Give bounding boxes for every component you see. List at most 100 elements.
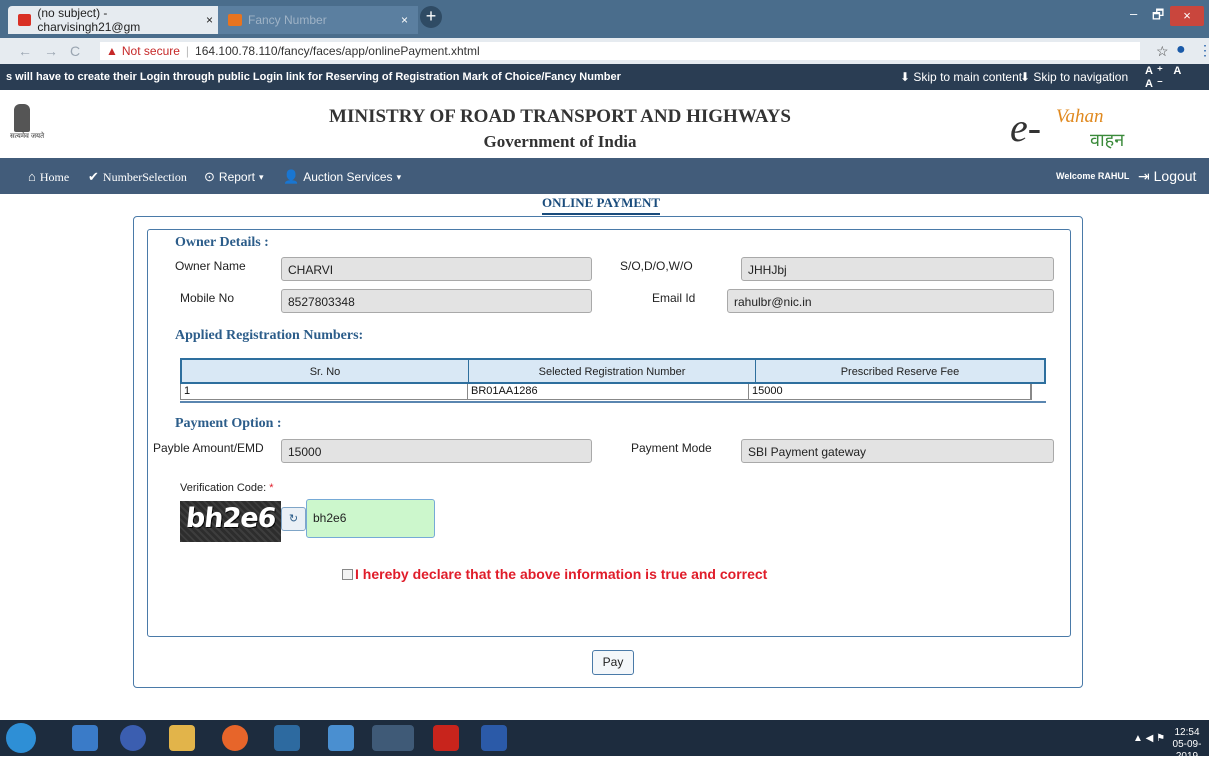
table-row: 1 BR01AA1286 15000 <box>180 384 1032 400</box>
nav-number-selection[interactable]: ✔ NumberSelection <box>88 169 187 185</box>
word-icon[interactable] <box>481 725 507 751</box>
new-tab-button[interactable]: + <box>420 6 442 28</box>
government-subtitle: Government of India <box>483 132 637 151</box>
declaration-text: I hereby declare that the above informat… <box>355 566 768 582</box>
table-cell: BR01AA1286 <box>468 384 749 399</box>
mobile-field: 8527803348 <box>281 289 592 313</box>
tab-label: Fancy Number <box>248 13 327 27</box>
skip-nav-link[interactable]: ⬇ Skip to navigation <box>1020 70 1128 84</box>
payment-option-heading: Payment Option : <box>175 416 282 431</box>
gmail-icon <box>18 14 32 26</box>
minimize-button[interactable]: – <box>1130 6 1137 26</box>
chevron-down-icon: ▾ <box>258 171 264 182</box>
logout-link[interactable]: ⇥ Logout <box>1138 168 1196 185</box>
site-favicon-icon <box>228 14 242 26</box>
skip-main-link[interactable]: ⬇ Skip to main content <box>900 70 1022 84</box>
amount-label: Payble Amount/EMD <box>153 441 264 455</box>
forward-icon[interactable]: → <box>44 43 58 59</box>
email-field: rahulbr@nic.in <box>727 289 1054 313</box>
email-label: Email Id <box>652 291 696 305</box>
font-size-controls[interactable]: A⁺ A A⁻ <box>1145 64 1209 90</box>
reload-icon[interactable]: C <box>70 43 80 59</box>
vahan-logo-hindi: वाहन <box>1090 130 1125 150</box>
column-header: Sr. No <box>182 360 469 382</box>
maximize-button[interactable]: 🗗 <box>1152 6 1164 26</box>
column-header: Selected Registration Number <box>469 360 756 382</box>
browser-tabstrip: (no subject) - charvisingh21@gm × Fancy … <box>0 0 1209 38</box>
address-bar: ← → C ▲ Not secure | 164.100.78.110/fanc… <box>0 38 1209 64</box>
close-tab-icon[interactable]: × <box>206 13 213 27</box>
relation-label: S/O,D/O,W/O <box>620 259 693 273</box>
mobile-label: Mobile No <box>180 291 235 305</box>
refresh-captcha-button[interactable]: ↻ <box>281 507 306 531</box>
system-tray-icons[interactable]: ▲ ◀ ⚑ <box>1133 733 1165 744</box>
clock[interactable]: 12:54 05-09-2019 <box>1165 727 1209 763</box>
url-text: 164.100.78.110/fancy/faces/app/onlinePay… <box>195 44 480 58</box>
close-tab-icon[interactable]: × <box>401 13 408 27</box>
owner-name-label: Owner Name <box>175 259 246 273</box>
clock-time: 12:54 <box>1174 727 1200 738</box>
skip-main-label: Skip to main content <box>913 70 1023 84</box>
tab-gmail[interactable]: (no subject) - charvisingh21@gm × <box>8 6 223 34</box>
column-header: Prescribed Reserve Fee <box>840 366 960 378</box>
acrobat-icon[interactable] <box>433 725 459 751</box>
site-header: सत्यमेव जयते MINISTRY OF ROAD TRANSPORT … <box>0 90 1209 158</box>
tab-label: (no subject) - charvisingh21@gm <box>37 6 141 34</box>
nav-number-selection-label: NumberSelection <box>102 169 187 184</box>
captcha-input[interactable]: bh2e6 <box>306 499 435 538</box>
back-icon[interactable]: ← <box>18 43 32 59</box>
captcha-label: Verification Code: * <box>180 482 274 494</box>
edge-icon[interactable] <box>72 725 98 751</box>
menu-icon[interactable]: ⋮ <box>1198 42 1209 59</box>
file-explorer-icon[interactable] <box>169 725 195 751</box>
vahan-logo: e- Vahan वाहन <box>1010 100 1130 150</box>
declaration-row[interactable]: I hereby declare that the above informat… <box>342 566 767 582</box>
relation-field: JHHJbj <box>741 257 1054 281</box>
nav-home[interactable]: ⌂ Home <box>28 169 69 185</box>
main-nav: ⌂ Home ✔ NumberSelection ⊙ Report ▾ 👤 Au… <box>0 158 1209 194</box>
report-icon: ⊙ <box>204 169 215 184</box>
table-scrollbar <box>180 400 1046 403</box>
firefox-icon[interactable] <box>222 725 248 751</box>
logout-label: Logout <box>1153 168 1197 184</box>
accessibility-bar: s will have to create their Login throug… <box>0 64 1209 90</box>
bookmark-star-icon[interactable]: ☆ <box>1156 43 1169 60</box>
ie-icon[interactable] <box>120 725 146 751</box>
close-window-button[interactable]: × <box>1170 6 1204 26</box>
start-button-icon[interactable] <box>6 723 36 753</box>
windows-taskbar: ▲ ◀ ⚑ 12:54 05-09-2019 <box>0 720 1209 762</box>
amount-field: 15000 <box>281 439 592 463</box>
applied-numbers-heading: Applied Registration Numbers: <box>175 328 364 343</box>
owner-name-field: CHARVI <box>281 257 592 281</box>
check-icon: ✔ <box>88 169 99 184</box>
chrome-icon[interactable] <box>372 725 414 751</box>
welcome-user: Welcome RAHUL <box>1056 171 1130 181</box>
url-separator: | <box>185 44 190 58</box>
page-title: ONLINE PAYMENT <box>542 195 661 215</box>
owner-details-heading: Owner Details : <box>175 235 269 250</box>
home-icon: ⌂ <box>28 169 36 184</box>
virtualbox-icon[interactable] <box>328 725 354 751</box>
declaration-checkbox[interactable] <box>342 568 353 580</box>
nav-home-label: Home <box>39 169 70 184</box>
chevron-down-icon: ▾ <box>396 171 402 182</box>
logout-icon: ⇥ <box>1138 168 1150 184</box>
vahan-logo-text: Vahan <box>1056 106 1104 127</box>
table-cell: 15000 <box>749 384 1031 399</box>
database-icon[interactable] <box>274 725 300 751</box>
url-field[interactable]: ▲ Not secure | 164.100.78.110/fancy/face… <box>100 42 1140 60</box>
captcha-image: bh2e6 <box>180 501 281 542</box>
marquee-text: s will have to create their Login throug… <box>6 71 621 83</box>
nav-auction-services[interactable]: 👤 Auction Services ▾ <box>283 169 401 185</box>
ministry-title: MINISTRY OF ROAD TRANSPORT AND HIGHWAYS <box>329 106 791 127</box>
captcha-label-text: Verification Code: <box>180 482 267 494</box>
pay-button[interactable]: Pay <box>592 650 634 675</box>
payment-mode-label: Payment Mode <box>631 441 712 455</box>
profile-icon[interactable]: ● <box>1176 41 1186 59</box>
nav-report[interactable]: ⊙ Report ▾ <box>204 169 263 185</box>
user-icon: 👤 <box>283 169 300 184</box>
nav-report-label: Report <box>218 170 255 184</box>
warning-icon: ▲ <box>106 44 118 58</box>
tab-fancy-number[interactable]: Fancy Number × <box>218 6 418 34</box>
skip-nav-label: Skip to navigation <box>1033 70 1129 84</box>
